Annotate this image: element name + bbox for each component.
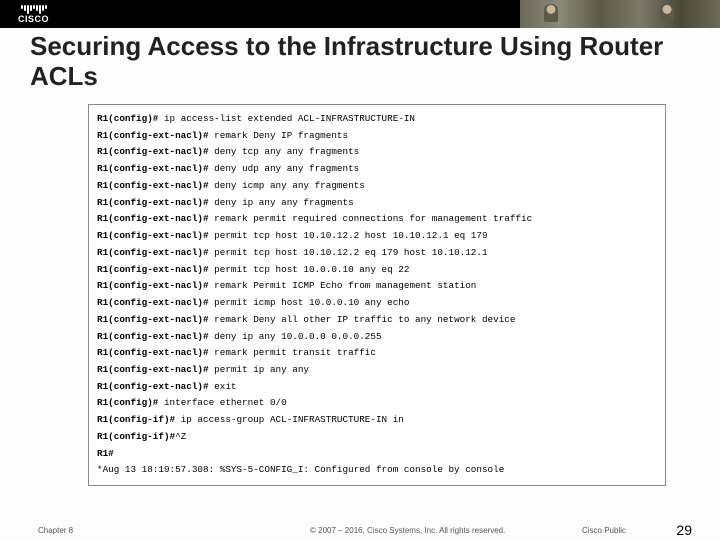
terminal-line: R1(config-if)# ip access-group ACL-INFRA… xyxy=(97,412,657,429)
header-bar: CISCO xyxy=(0,0,720,28)
terminal-line: R1(config-ext-nacl)# permit tcp host 10.… xyxy=(97,228,657,245)
footer-public: Cisco Public xyxy=(582,526,626,535)
footer-chapter: Chapter 8 xyxy=(38,526,73,535)
footer-copyright: © 2007 – 2016, Cisco Systems, Inc. All r… xyxy=(310,526,505,535)
terminal-line: R1# xyxy=(97,446,657,463)
terminal-line: R1(config)# ip access-list extended ACL-… xyxy=(97,111,657,128)
terminal-line: R1(config-ext-nacl)# deny udp any any fr… xyxy=(97,161,657,178)
terminal-output: R1(config)# ip access-list extended ACL-… xyxy=(88,104,666,486)
terminal-line: R1(config-ext-nacl)# remark permit requi… xyxy=(97,211,657,228)
terminal-line: R1(config)# interface ethernet 0/0 xyxy=(97,395,657,412)
terminal-line: R1(config-ext-nacl)# permit tcp host 10.… xyxy=(97,262,657,279)
terminal-line: R1(config-ext-nacl)# deny ip any any fra… xyxy=(97,195,657,212)
terminal-line: R1(config-ext-nacl)# remark Permit ICMP … xyxy=(97,278,657,295)
terminal-line: R1(config-if)#^Z xyxy=(97,429,657,446)
terminal-line: R1(config-ext-nacl)# deny ip any 10.0.0.… xyxy=(97,329,657,346)
footer-page-number: 29 xyxy=(676,522,692,538)
cisco-logo: CISCO xyxy=(0,5,49,24)
slide-title: Securing Access to the Infrastructure Us… xyxy=(30,32,690,92)
terminal-line: R1(config-ext-nacl)# remark Deny all oth… xyxy=(97,312,657,329)
cisco-logo-text: CISCO xyxy=(18,15,49,24)
terminal-line: R1(config-ext-nacl)# exit xyxy=(97,379,657,396)
terminal-line: R1(config-ext-nacl)# permit tcp host 10.… xyxy=(97,245,657,262)
header-photo-strip xyxy=(520,0,720,28)
terminal-line: R1(config-ext-nacl)# remark permit trans… xyxy=(97,345,657,362)
terminal-line: R1(config-ext-nacl)# deny icmp any any f… xyxy=(97,178,657,195)
terminal-line: R1(config-ext-nacl)# deny tcp any any fr… xyxy=(97,144,657,161)
terminal-line: R1(config-ext-nacl)# permit ip any any xyxy=(97,362,657,379)
terminal-line: R1(config-ext-nacl)# permit icmp host 10… xyxy=(97,295,657,312)
terminal-line: R1(config-ext-nacl)# remark Deny IP frag… xyxy=(97,128,657,145)
cisco-logo-bars xyxy=(21,5,47,14)
terminal-line: *Aug 13 18:19:57.308: %SYS-5-CONFIG_I: C… xyxy=(97,462,657,479)
